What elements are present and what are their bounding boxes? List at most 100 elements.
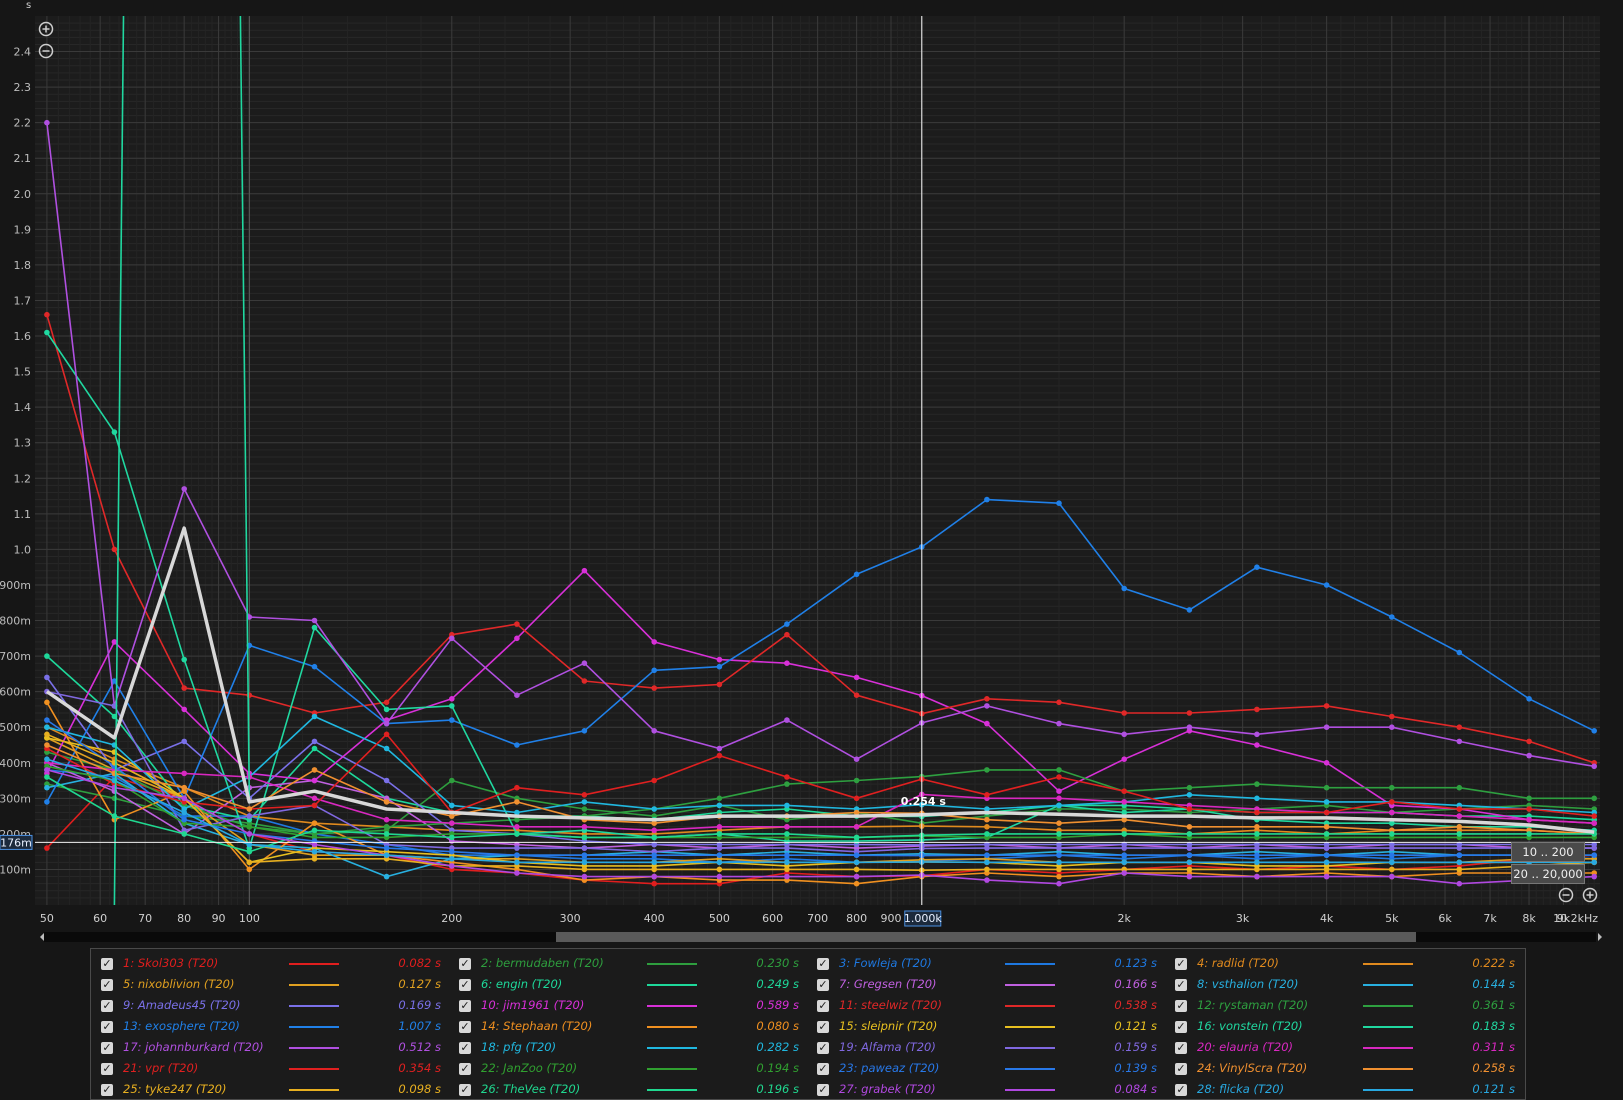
legend-checkbox-checked-icon[interactable]: ✓ [817,1083,829,1096]
legend-checkbox-checked-icon[interactable]: ✓ [101,1041,113,1054]
legend-item-7[interactable]: ✓ 7: Gregsen (T20) 0.166 s [817,974,1167,995]
y-tick-label: 300m [0,792,31,805]
legend-checkbox-checked-icon[interactable]: ✓ [1175,999,1187,1012]
x-tick-label: 900 [881,912,902,925]
data-point [1389,845,1395,851]
legend-checkbox-checked-icon[interactable]: ✓ [1175,1041,1187,1054]
legend-checkbox-checked-icon[interactable]: ✓ [101,957,113,970]
legend-series-name: 10: jim1961 (T20) [481,998,585,1012]
x-tick-label: 50 [40,912,54,925]
legend-item-24[interactable]: ✓ 24: VinylScra (T20) 0.258 s [1175,1058,1525,1079]
data-point [853,795,860,802]
data-point [1121,710,1127,716]
data-point [581,792,588,798]
legend-checkbox-checked-icon[interactable]: ✓ [1175,957,1187,970]
legend-checkbox-checked-icon[interactable]: ✓ [817,999,829,1012]
legend-item-26[interactable]: ✓ 26: TheVee (T20) 0.196 s [459,1079,809,1100]
legend-item-22[interactable]: ✓ 22: JanZoo (T20) 0.194 s [459,1058,809,1079]
legend-item-10[interactable]: ✓ 10: jim1961 (T20) 0.589 s [459,995,809,1016]
legend-checkbox-checked-icon[interactable]: ✓ [817,1020,829,1033]
legend-checkbox-checked-icon[interactable]: ✓ [459,1041,471,1054]
range-button-full[interactable]: 20 .. 20,000 [1511,864,1585,884]
legend-checkbox-checked-icon[interactable]: ✓ [101,978,113,991]
legend-checkbox-checked-icon[interactable]: ✓ [1175,1020,1187,1033]
legend-item-16[interactable]: ✓ 16: vonstein (T20) 0.183 s [1175,1016,1525,1037]
decay-time-chart[interactable]: 100m200m300m400m500m600m700m800m900m1.01… [0,0,1623,948]
legend-item-17[interactable]: ✓ 17: johannburkard (T20) 0.512 s [101,1037,451,1058]
data-point [784,631,790,638]
legend-item-20[interactable]: ✓ 20: elauria (T20) 0.311 s [1175,1037,1525,1058]
legend-item-4[interactable]: ✓ 4: radlid (T20) 0.222 s [1175,953,1525,974]
data-point [984,720,990,727]
legend-checkbox-checked-icon[interactable]: ✓ [101,1083,113,1096]
legend-item-3[interactable]: ✓ 3: Fowleja (T20) 0.123 s [817,953,1167,974]
legend-checkbox-checked-icon[interactable]: ✓ [459,978,471,991]
legend-checkbox-checked-icon[interactable]: ✓ [1175,978,1187,991]
horizontal-scrollbar-thumb[interactable] [556,932,1416,942]
legend-series-name: 2: bermudaben (T20) [481,956,604,970]
data-point [581,799,588,805]
data-point [853,880,860,887]
x-tick-label: 8k [1522,912,1536,925]
data-point [311,856,318,862]
legend-series-name: 6: engin (T20) [481,977,563,991]
legend-series-name: 21: vpr (T20) [123,1061,199,1075]
legend-checkbox-checked-icon[interactable]: ✓ [817,1062,829,1075]
legend-checkbox-checked-icon[interactable]: ✓ [459,999,471,1012]
legend-item-23[interactable]: ✓ 23: paweaz (T20) 0.139 s [817,1058,1167,1079]
legend-item-25[interactable]: ✓ 25: tyke247 (T20) 0.098 s [101,1079,451,1100]
legend-item-15[interactable]: ✓ 15: sleipnir (T20) 0.121 s [817,1016,1167,1037]
legend-checkbox-checked-icon[interactable]: ✓ [817,978,829,991]
legend-checkbox-checked-icon[interactable]: ✓ [459,1020,471,1033]
data-point [984,496,990,503]
legend-series-name: 1: Skol303 (T20) [123,956,219,970]
data-point [784,845,790,851]
data-point [1526,752,1532,759]
cursor-x-readout: 1.000k [904,912,942,925]
legend-checkbox-checked-icon[interactable]: ✓ [101,999,113,1012]
y-tick-label: 500m [0,721,31,734]
data-point [514,692,520,698]
legend-checkbox-checked-icon[interactable]: ✓ [459,957,471,970]
legend-item-21[interactable]: ✓ 21: vpr (T20) 0.354 s [101,1058,451,1079]
legend-item-27[interactable]: ✓ 27: grabek (T20) 0.084 s [817,1079,1167,1100]
legend-checkbox-checked-icon[interactable]: ✓ [817,957,829,970]
legend-checkbox-checked-icon[interactable]: ✓ [1175,1062,1187,1075]
legend-checkbox-checked-icon[interactable]: ✓ [101,1020,113,1033]
data-point [246,859,253,866]
legend-item-14[interactable]: ✓ 14: Stephaan (T20) 0.080 s [459,1016,809,1037]
data-point [1323,724,1330,730]
data-point [1526,831,1532,837]
legend-checkbox-checked-icon[interactable]: ✓ [101,1062,113,1075]
data-point [1056,774,1062,780]
data-point [1323,852,1330,858]
legend-checkbox-checked-icon[interactable]: ✓ [459,1062,471,1075]
legend-item-8[interactable]: ✓ 8: vsthalion (T20) 0.144 s [1175,974,1525,995]
legend-item-19[interactable]: ✓ 19: Alfama (T20) 0.159 s [817,1037,1167,1058]
data-point [111,813,118,819]
legend-line-swatch [647,1026,697,1028]
data-point [1186,724,1193,730]
legend-line-swatch [647,984,697,986]
legend-item-12[interactable]: ✓ 12: rystaman (T20) 0.361 s [1175,995,1525,1016]
data-point [311,745,318,752]
legend-item-5[interactable]: ✓ 5: nixoblivion (T20) 0.127 s [101,974,451,995]
legend-item-1[interactable]: ✓ 1: Skol303 (T20) 0.082 s [101,953,451,974]
legend-item-18[interactable]: ✓ 18: pfg (T20) 0.282 s [459,1037,809,1058]
legend-item-6[interactable]: ✓ 6: engin (T20) 0.249 s [459,974,809,995]
legend-item-9[interactable]: ✓ 9: Amadeus45 (T20) 0.169 s [101,995,451,1016]
legend-checkbox-checked-icon[interactable]: ✓ [1175,1083,1187,1096]
y-tick-label: 2.2 [14,117,32,130]
legend-line-swatch [1005,1026,1055,1028]
legend-item-11[interactable]: ✓ 11: steelwiz (T20) 0.538 s [817,995,1167,1016]
legend-checkbox-checked-icon[interactable]: ✓ [817,1041,829,1054]
data-point [1186,607,1193,613]
data-point [449,717,455,723]
legend-line-swatch [289,1068,339,1070]
legend-item-13[interactable]: ✓ 13: exosphere (T20) 1.007 s [101,1016,451,1037]
legend-checkbox-checked-icon[interactable]: ✓ [459,1083,471,1096]
legend-item-28[interactable]: ✓ 28: flicka (T20) 0.121 s [1175,1079,1525,1100]
range-button-low[interactable]: 10 .. 200 [1511,842,1585,862]
data-point [651,728,657,734]
legend-item-2[interactable]: ✓ 2: bermudaben (T20) 0.230 s [459,953,809,974]
